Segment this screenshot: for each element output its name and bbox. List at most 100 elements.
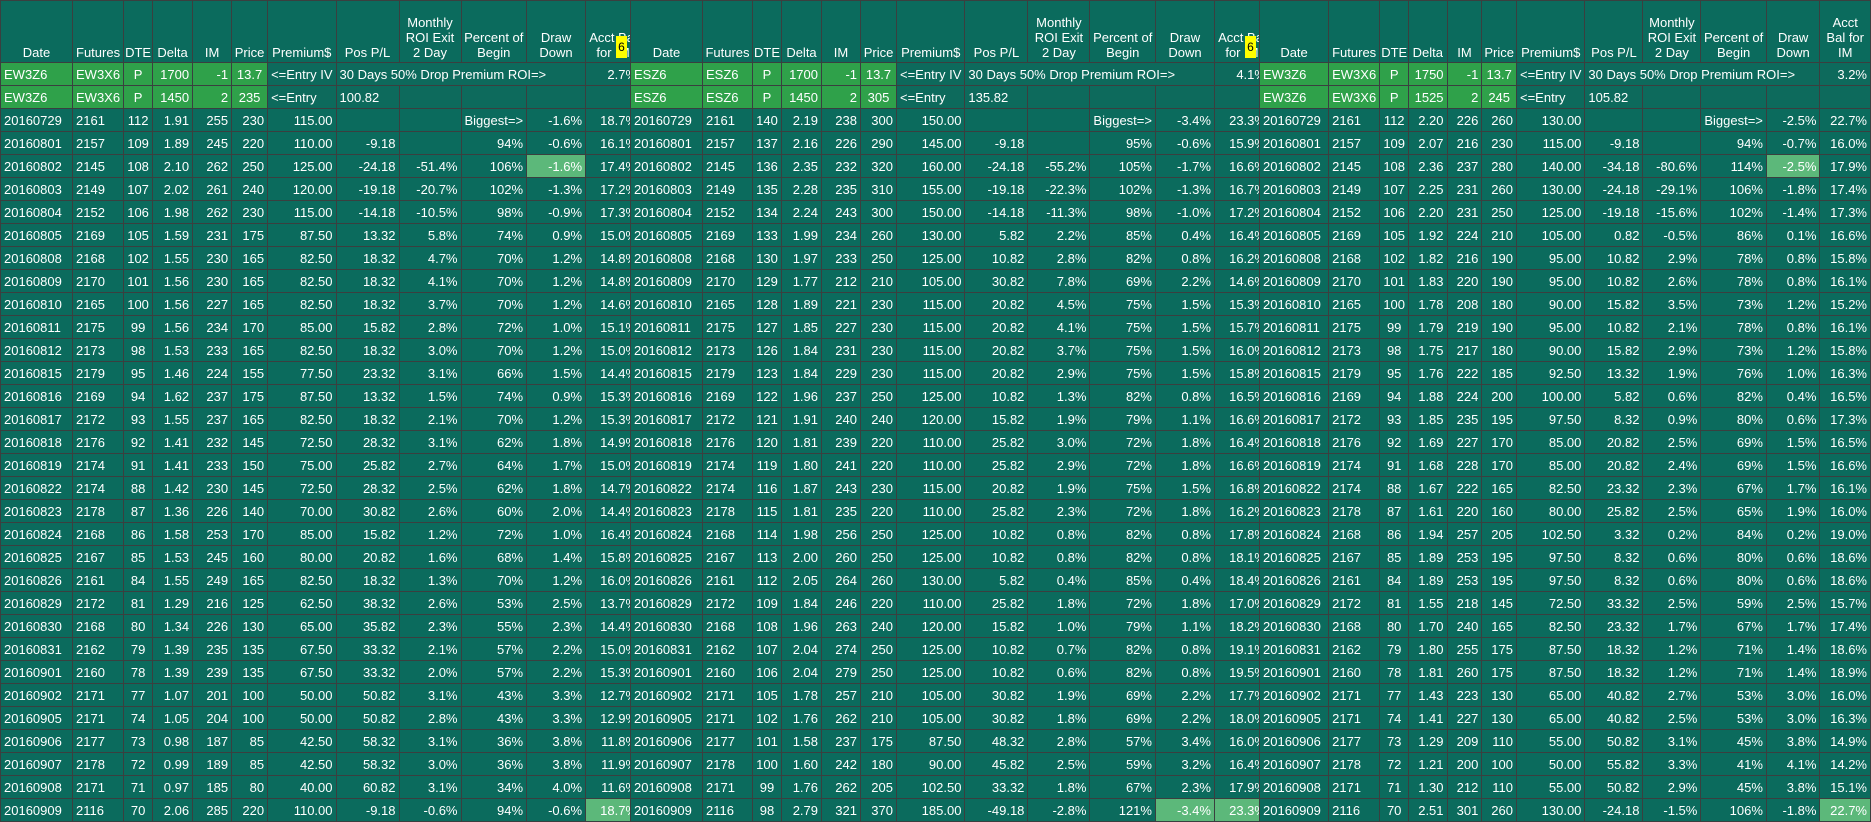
cell-premium[interactable]: 65.00 [267,614,337,638]
cell-delta[interactable]: 1.41 [1408,706,1448,730]
cell-monthly-roi[interactable]: 3.0% [398,752,462,776]
cell-dte[interactable]: 133 [752,223,782,247]
cell-dte[interactable]: 84 [123,568,154,592]
cell-dte[interactable]: 93 [1379,407,1410,431]
cell-delta[interactable]: 1.58 [152,522,194,546]
cell-pos-pl[interactable]: -24.18 [335,154,400,178]
cell-futures[interactable]: 2170 [1328,269,1381,293]
cell-futures[interactable]: 2160 [1328,660,1381,684]
entry-cell-dte[interactable]: P [1379,62,1410,86]
cell-percent-begin[interactable]: 80% [1700,407,1767,431]
column-header-premium[interactable]: Premium$ [267,0,337,63]
entry-cell-percent-begin[interactable] [1700,85,1767,109]
cell-percent-begin[interactable]: 85% [1089,223,1156,247]
cell-dte[interactable]: 129 [752,269,782,293]
cell-percent-begin[interactable]: 75% [1089,476,1156,500]
cell-dte[interactable]: 71 [123,775,154,799]
cell-acct-bal[interactable]: 17.3% [1819,407,1871,431]
cell-acct-bal[interactable]: 14.9% [1819,729,1871,753]
cell-monthly-roi[interactable]: 2.8% [1027,729,1091,753]
cell-im[interactable]: 223 [1446,683,1483,707]
cell-premium[interactable]: 115.00 [895,476,966,500]
cell-futures[interactable]: 2177 [1328,729,1381,753]
cell-draw-down[interactable]: 1.7% [1765,476,1821,500]
cell-pos-pl[interactable]: 15.82 [335,315,400,339]
cell-delta[interactable]: 2.00 [781,545,822,569]
cell-delta[interactable]: 1.56 [152,292,194,316]
cell-delta[interactable]: 1.07 [152,683,194,707]
cell-price[interactable]: 260 [1481,798,1517,822]
cell-date[interactable]: 20160804 [1258,200,1330,224]
cell-monthly-roi[interactable]: 2.5% [1642,706,1702,730]
cell-futures[interactable]: 2171 [71,683,125,707]
cell-date[interactable]: 20160810 [630,292,703,316]
cell-percent-begin[interactable]: 82% [1089,637,1156,661]
cell-delta[interactable]: 1.84 [781,591,822,615]
cell-date[interactable]: 20160825 [0,545,73,569]
cell-dte[interactable]: 86 [1379,522,1410,546]
cell-delta[interactable]: 1.91 [152,108,194,132]
cell-percent-begin[interactable]: 102% [460,177,528,201]
cell-draw-down[interactable]: 1.5% [1154,338,1215,362]
cell-im[interactable]: 189 [192,752,233,776]
cell-price[interactable]: 220 [860,499,897,523]
cell-im[interactable]: 260 [821,545,861,569]
cell-futures[interactable]: 2175 [1328,315,1381,339]
cell-premium[interactable]: 90.00 [1515,338,1586,362]
cell-date[interactable]: 20160905 [0,706,73,730]
cell-dte[interactable]: 109 [752,591,782,615]
cell-dte[interactable]: 92 [123,430,154,454]
cell-pos-pl[interactable]: 40.82 [1584,706,1644,730]
cell-price[interactable]: 260 [1481,108,1517,132]
cell-premium[interactable]: 82.50 [267,269,337,293]
cell-pos-pl[interactable]: 10.82 [964,545,1029,569]
cell-delta[interactable]: 1.99 [781,223,822,247]
column-header-acct-bal[interactable]: Acct Bal for IM [1819,0,1871,63]
cell-pos-pl[interactable]: 20.82 [964,476,1029,500]
cell-date[interactable]: 20160823 [1258,499,1330,523]
cell-price[interactable]: 80 [231,775,269,799]
cell-price[interactable]: 250 [860,246,897,270]
column-header-delta[interactable]: Delta [152,0,194,63]
cell-date[interactable]: 20160809 [630,269,703,293]
cell-dte[interactable]: 72 [123,752,154,776]
cell-futures[interactable]: 2176 [71,430,125,454]
cell-im[interactable]: 261 [192,177,233,201]
cell-pos-pl[interactable]: 20.82 [1584,430,1644,454]
cell-futures[interactable]: 2149 [71,177,125,201]
entry-cell-dte[interactable]: P [1379,85,1410,109]
cell-acct-bal[interactable]: 16.6% [1819,453,1871,477]
cell-futures[interactable]: 2162 [1328,637,1381,661]
cell-futures[interactable]: 2161 [1328,108,1381,132]
cell-price[interactable]: 230 [860,292,897,316]
cell-price[interactable]: 165 [231,246,269,270]
cell-monthly-roi[interactable]: 1.9% [1027,407,1091,431]
cell-im[interactable]: 238 [821,108,861,132]
cell-im[interactable]: 239 [821,430,861,454]
cell-pos-pl[interactable]: 45.82 [964,752,1029,776]
cell-price[interactable]: 195 [1481,545,1517,569]
cell-draw-down[interactable]: 2.0% [526,499,587,523]
cell-premium[interactable]: 185.00 [895,798,966,822]
cell-percent-begin[interactable]: 76% [1700,361,1767,385]
cell-premium[interactable]: 120.00 [895,614,966,638]
cell-delta[interactable]: 1.05 [152,706,194,730]
cell-draw-down[interactable]: 0.8% [1154,637,1215,661]
cell-draw-down[interactable]: 3.0% [1765,683,1821,707]
cell-premium[interactable]: 110.00 [895,591,966,615]
cell-draw-down[interactable]: 2.3% [1154,775,1215,799]
cell-draw-down[interactable]: 0.8% [1765,315,1821,339]
cell-price[interactable]: 300 [860,200,897,224]
cell-price[interactable]: 220 [231,798,269,822]
cell-acct-bal[interactable]: 18.6% [1819,637,1871,661]
cell-premium[interactable]: 92.50 [1515,361,1586,385]
cell-price[interactable]: 230 [860,361,897,385]
cell-dte[interactable]: 102 [752,706,782,730]
cell-premium[interactable]: 105.00 [895,706,966,730]
cell-futures[interactable]: 2173 [1328,338,1381,362]
cell-monthly-roi[interactable]: 2.3% [398,614,462,638]
cell-price[interactable]: 230 [860,476,897,500]
column-header-futures[interactable]: Futures [1328,0,1381,63]
cell-futures[interactable]: 2161 [71,568,125,592]
cell-pos-pl[interactable]: 50.82 [1584,775,1644,799]
